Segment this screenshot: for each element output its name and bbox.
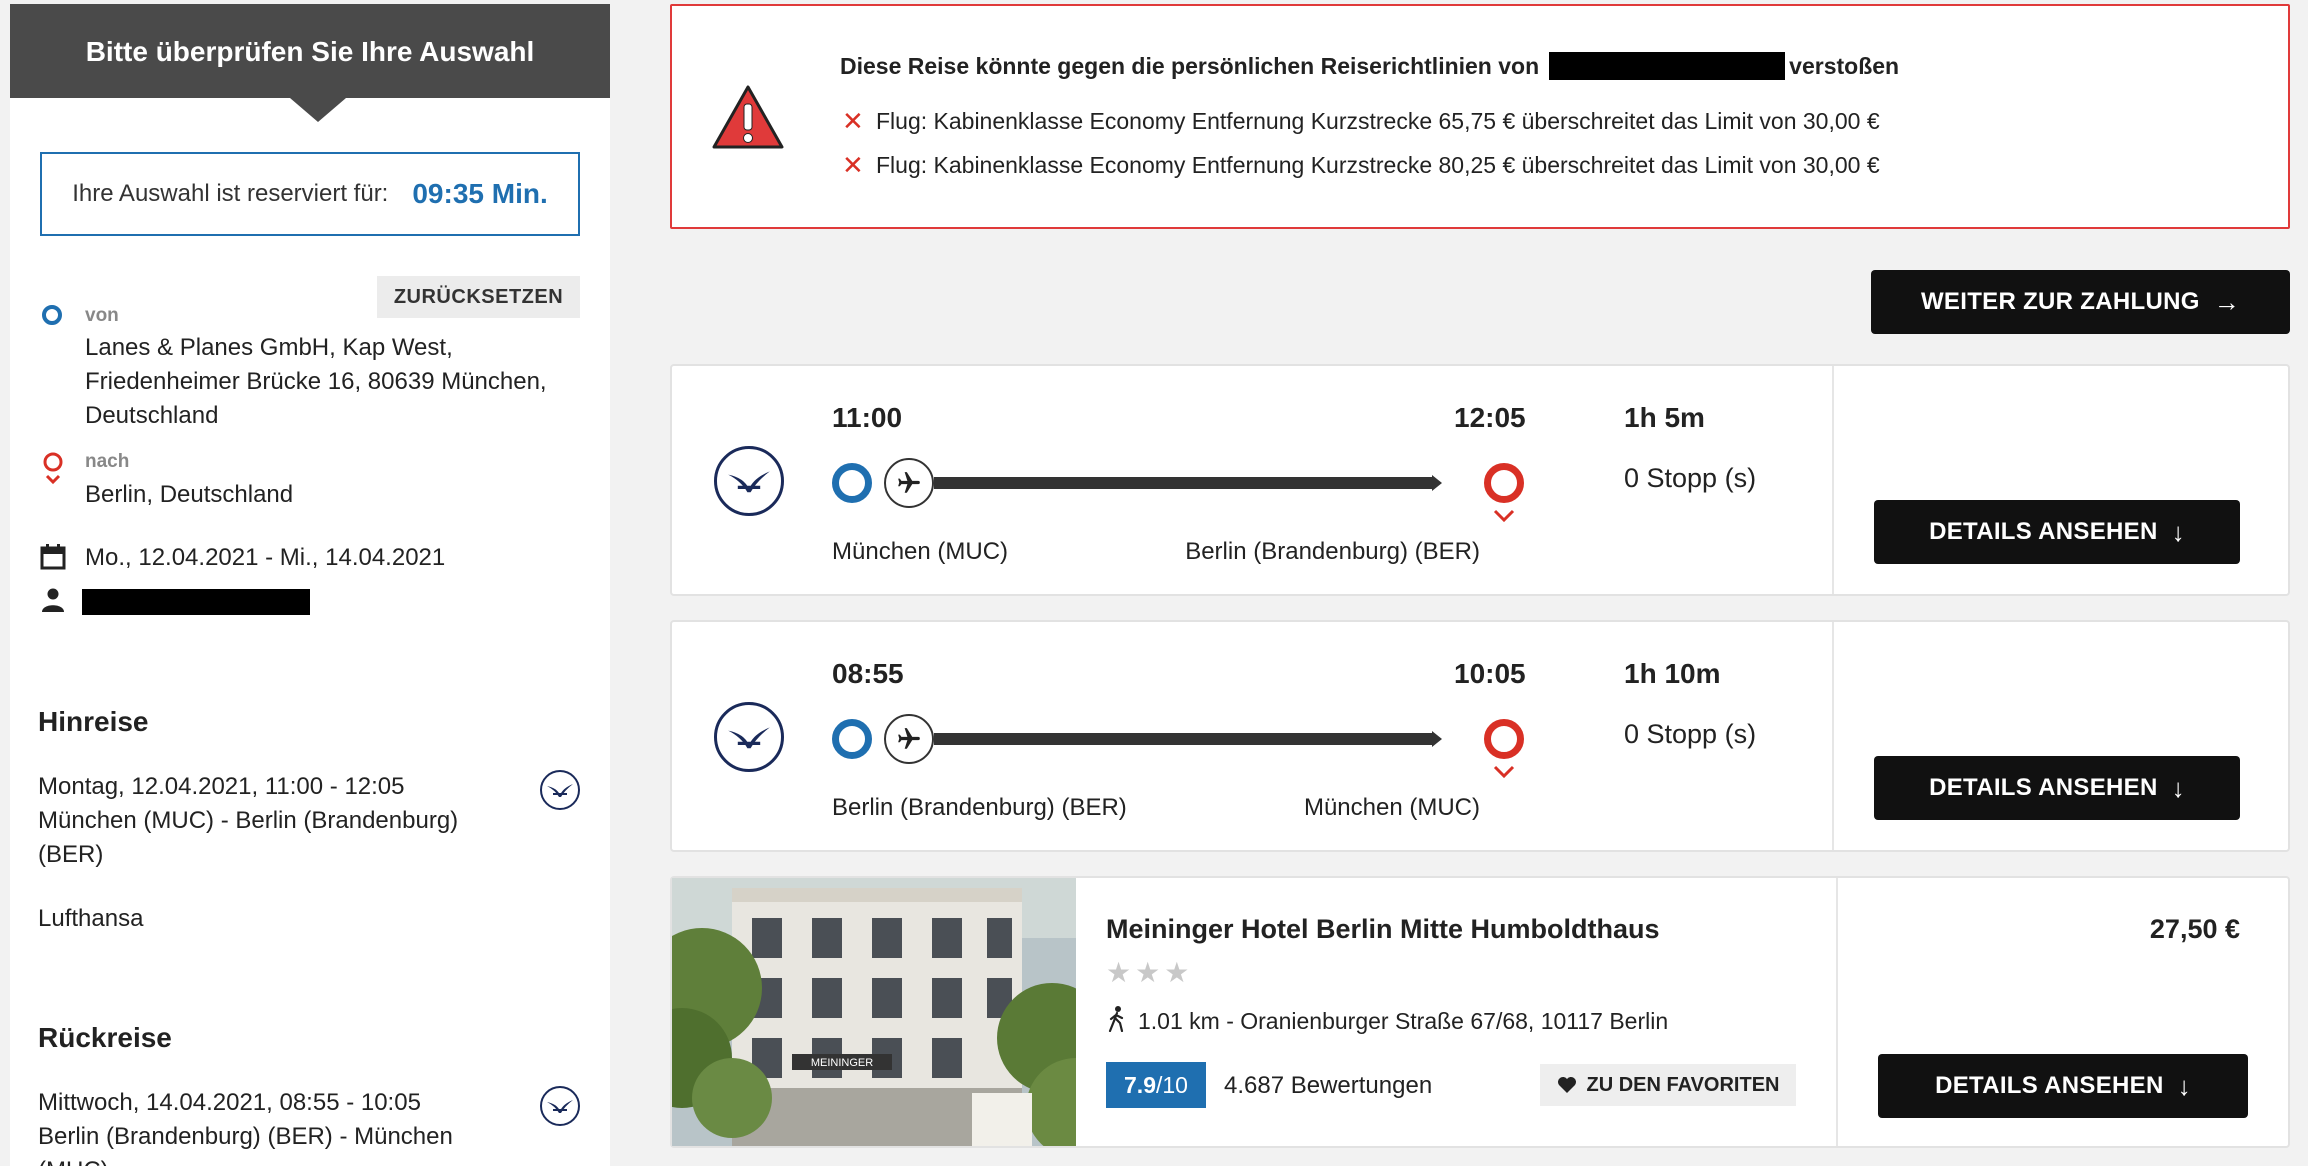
card-divider (1832, 366, 1834, 594)
alert-title-suffix: verstoßen (1789, 52, 1900, 79)
alert-title: Diese Reise könnte gegen die persönliche… (840, 52, 1899, 80)
hotel-name[interactable]: Meininger Hotel Berlin Mitte Humboldthau… (1106, 914, 1660, 945)
sidebar-header: Bitte überprüfen Sie Ihre Auswahl (10, 4, 610, 122)
hotel-price: 27,50 € (2149, 914, 2240, 944)
return-datetime: Mittwoch, 14.04.2021, 08:55 - 10:05 (38, 1089, 421, 1116)
plane-icon (884, 458, 934, 508)
to-value: Berlin, Deutschland (85, 481, 294, 508)
origin-airport: München (MUC) (832, 538, 1009, 565)
flight-duration: 1h 10m (1624, 658, 1721, 689)
violation-text: Flug: Kabinenklasse Economy Entfernung K… (876, 152, 1880, 178)
from-address-line1: Lanes & Planes GmbH, Kap West, (85, 334, 453, 361)
origin-circle-icon (42, 305, 62, 325)
plane-icon (884, 714, 934, 764)
review-count: 4.687 Bewertungen (1224, 1072, 1433, 1099)
arrival-dot-icon (1484, 463, 1524, 503)
arrow-right-icon: → (2213, 286, 2241, 317)
rating-badge: 7.9/10 (1106, 1062, 1206, 1108)
review-sidebar: Bitte überprüfen Sie Ihre Auswahl Ihre A… (10, 4, 610, 1166)
from-address-line2: Friedenheimer Brücke 16, 80639 München, (85, 368, 547, 395)
arrival-dot-icon (1484, 719, 1524, 759)
route-track-arrow (1432, 731, 1442, 747)
lufthansa-logo-icon (540, 1086, 580, 1126)
origin-airport: Berlin (Brandenburg) (BER) (832, 794, 1127, 821)
hotel-card: MEININGER Meininger Hotel Berlin Mitte H… (670, 876, 2290, 1148)
alert-title-text: Diese Reise könnte gegen die persönliche… (840, 52, 1540, 79)
return-route-line1: Berlin (Brandenburg) (BER) - München (38, 1123, 453, 1150)
cross-icon: ✕ (842, 150, 864, 180)
departure-time: 11:00 (832, 402, 903, 433)
hotel-address: 1.01 km - Oranienburger Straße 67/68, 10… (1138, 1008, 1669, 1034)
return-route-line2: (MUC) (38, 1154, 109, 1166)
hotel-stars: ★★★ (1106, 957, 1194, 988)
departure-dot-icon (832, 719, 872, 759)
continue-to-payment-button[interactable]: WEITER ZUR ZAHLUNG → (1871, 270, 2290, 334)
details-label: DETAILS ANSEHEN (1929, 774, 2158, 801)
trip-dates: Mo., 12.04.2021 - Mi., 14.04.2021 (85, 544, 446, 571)
outbound-airline: Lufthansa (38, 905, 144, 932)
warning-icon (712, 85, 784, 149)
departure-time: 08:55 (832, 658, 904, 689)
destination-pin-icon (43, 452, 63, 485)
return-title: Rückreise (38, 1022, 172, 1053)
reset-button[interactable]: ZURÜCKSETZEN (377, 276, 580, 318)
lufthansa-logo-icon (714, 446, 784, 516)
arrival-time: 10:05 (1454, 658, 1526, 689)
reservation-timer: Ihre Auswahl ist reserviert für: 09:35 M… (40, 152, 580, 236)
calendar-icon (40, 544, 66, 570)
heart-icon (1557, 1077, 1576, 1093)
walking-icon (1108, 1006, 1124, 1032)
outbound-title: Hinreise (38, 706, 149, 737)
add-to-favorites-button[interactable]: ZU DEN FAVORITEN (1540, 1064, 1796, 1106)
arrival-time: 12:05 (1454, 402, 1526, 433)
favorite-label: ZU DEN FAVORITEN (1586, 1073, 1780, 1096)
cross-icon: ✕ (842, 106, 864, 136)
flight-card-outbound: 11:00 12:05 München (MUC) Berlin (Brande… (670, 364, 2290, 596)
timer-value: 09:35 Min. (412, 178, 548, 209)
person-icon (42, 588, 64, 612)
hotel-details-button[interactable]: DETAILS ANSEHEN ↓ (1878, 1054, 2248, 1118)
route-track-arrow (1432, 475, 1442, 491)
to-label: nach (85, 451, 130, 472)
from-address-line3: Deutschland (85, 402, 219, 429)
lufthansa-logo-icon (714, 702, 784, 772)
flight-card-return: 08:55 10:05 Berlin (Brandenburg) (BER) M… (670, 620, 2290, 852)
violation-item: ✕ Flug: Kabinenklasse Economy Entfernung… (842, 106, 1880, 137)
outbound-route-line2: (BER) (38, 841, 104, 868)
card-divider (1836, 878, 1838, 1146)
hotel-photo[interactable]: MEININGER (672, 878, 1076, 1146)
departure-dot-icon (832, 463, 872, 503)
destination-airport: München (MUC) (1303, 794, 1480, 821)
rating-score: 7.9 (1124, 1071, 1156, 1098)
hotel-sign: MEININGER (811, 1057, 873, 1069)
violation-text: Flug: Kabinenklasse Economy Entfernung K… (876, 108, 1880, 134)
route-track (934, 477, 1432, 489)
flight-stops: 0 Stopp (s) (1624, 463, 1757, 493)
flight-stops: 0 Stopp (s) (1624, 719, 1757, 749)
policy-violation-alert: Diese Reise könnte gegen die persönliche… (670, 4, 2290, 229)
arrow-down-icon: ↓ (2177, 1070, 2191, 1101)
redacted-traveler-name (82, 589, 310, 615)
violation-item: ✕ Flug: Kabinenklasse Economy Entfernung… (842, 150, 1880, 181)
redacted-company-name (1549, 52, 1786, 80)
details-label: DETAILS ANSEHEN (1929, 518, 2158, 545)
flight-details-button[interactable]: DETAILS ANSEHEN ↓ (1874, 500, 2240, 564)
outbound-route-line1: München (MUC) - Berlin (Brandenburg) (38, 807, 459, 834)
continue-label: WEITER ZUR ZAHLUNG (1920, 288, 2200, 315)
timer-label: Ihre Auswahl ist reserviert für: (72, 180, 389, 207)
chevron-down-icon (1493, 509, 1515, 523)
arrow-down-icon: ↓ (2171, 516, 2185, 547)
card-divider (1832, 622, 1834, 850)
arrow-down-icon: ↓ (2171, 772, 2185, 803)
flight-details-button[interactable]: DETAILS ANSEHEN ↓ (1874, 756, 2240, 820)
from-label: von (85, 305, 119, 326)
flight-duration: 1h 5m (1624, 402, 1705, 433)
route-track (934, 733, 1432, 745)
destination-airport: Berlin (Brandenburg) (BER) (1185, 538, 1480, 565)
chevron-down-icon (1493, 765, 1515, 779)
details-label: DETAILS ANSEHEN (1935, 1072, 2164, 1099)
outbound-datetime: Montag, 12.04.2021, 11:00 - 12:05 (38, 773, 405, 800)
rating-max: /10 (1156, 1071, 1188, 1098)
lufthansa-logo-icon (540, 770, 580, 810)
